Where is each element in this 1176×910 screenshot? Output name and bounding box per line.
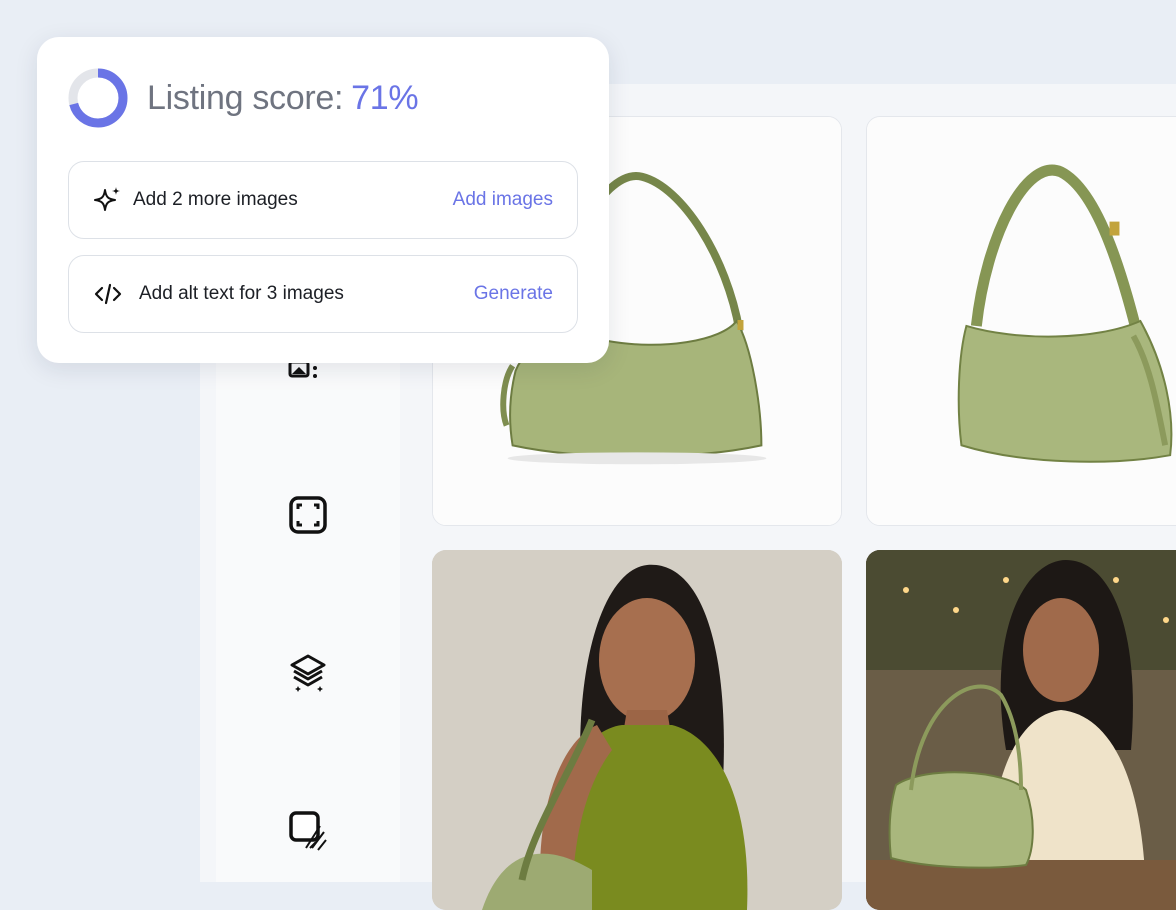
shadow-square-icon (289, 811, 327, 851)
green-bag-angled-image (867, 117, 1176, 525)
listing-score-panel: Listing score: 71% Add 2 more images Add … (37, 37, 609, 363)
task-add-images-label: Add 2 more images (133, 189, 298, 210)
code-icon (93, 279, 123, 309)
gallery-image-4[interactable] (866, 550, 1176, 910)
listing-score-value: 71% (351, 78, 419, 117)
add-images-link[interactable]: Add images (453, 189, 553, 211)
score-progress-ring (68, 68, 128, 128)
generate-link[interactable]: Generate (474, 283, 553, 305)
listing-score-header: Listing score: 71% (67, 67, 419, 129)
crop-frame-tool-button[interactable] (284, 491, 332, 539)
crop-frame-icon (289, 496, 327, 534)
task-add-images: Add 2 more images Add images (68, 161, 578, 239)
task-alt-text-label: Add alt text for 3 images (139, 283, 344, 304)
woman-opening-bag-cafe-image (866, 550, 1176, 910)
sparkle-icon (93, 185, 123, 215)
layers-sparkle-icon (290, 654, 326, 692)
shadow-tool-button[interactable] (284, 806, 332, 854)
task-alt-text: Add alt text for 3 images Generate (68, 255, 578, 333)
listing-score-label: Listing score: 71% (147, 78, 419, 117)
model-with-bag-image (432, 550, 842, 910)
gallery-image-2[interactable] (866, 116, 1176, 526)
layers-tool-button[interactable] (284, 648, 332, 696)
gallery-image-3[interactable] (432, 550, 842, 910)
